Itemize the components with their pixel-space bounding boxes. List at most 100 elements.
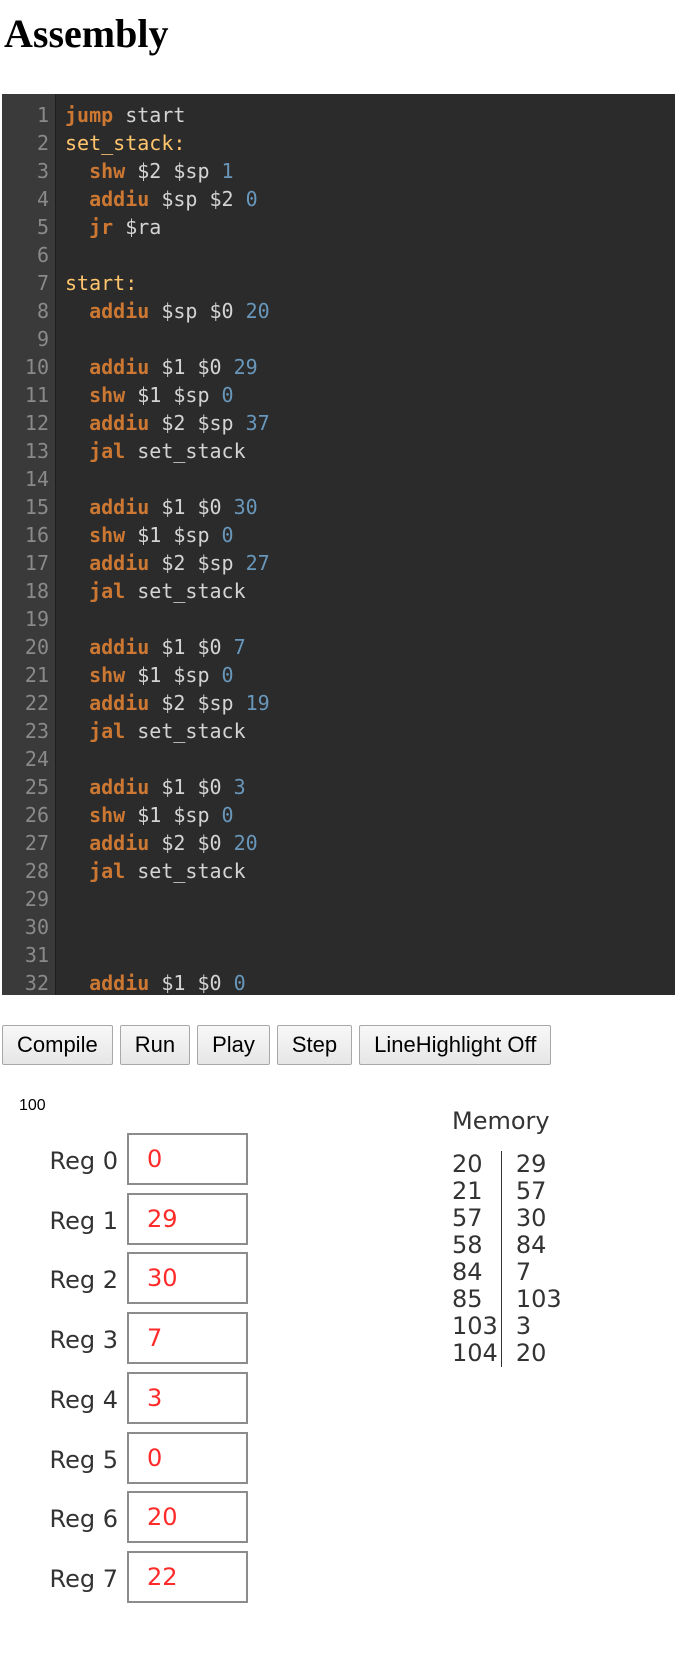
code-text[interactable]: addiu $2 $sp 27 — [55, 549, 270, 577]
code-line[interactable]: 11 shw $1 $sp 0 — [2, 381, 675, 409]
code-text[interactable]: jal set_stack — [55, 437, 246, 465]
code-line[interactable]: 5 jr $ra — [2, 213, 675, 241]
code-text[interactable]: jal set_stack — [55, 717, 246, 745]
code-text[interactable] — [55, 241, 65, 269]
code-text[interactable] — [55, 941, 65, 969]
code-token: addiu — [89, 411, 150, 435]
memory-value: 84 — [515, 1231, 547, 1259]
code-line[interactable]: 30 — [2, 913, 675, 941]
code-line[interactable]: 15 addiu $1 $0 30 — [2, 493, 675, 521]
code-line[interactable]: 2 set_stack: — [2, 129, 675, 157]
code-token: $1 $sp — [125, 663, 222, 687]
code-text[interactable]: set_stack: — [55, 129, 185, 157]
register-value: 20 — [127, 1491, 248, 1544]
code-line[interactable]: 32 addiu $1 $0 0 — [2, 969, 675, 995]
code-text[interactable]: addiu $2 $sp 37 — [55, 409, 270, 437]
code-line[interactable]: 4 addiu $sp $2 0 — [2, 185, 675, 213]
play-button[interactable]: Play — [197, 1025, 270, 1065]
code-text[interactable]: addiu $1 $0 0 — [55, 969, 246, 995]
code-text[interactable]: addiu $1 $0 7 — [55, 633, 246, 661]
register-row: Reg 2 30 — [0, 1252, 260, 1308]
code-text[interactable] — [55, 605, 65, 633]
code-line[interactable]: 13 jal set_stack — [2, 437, 675, 465]
code-line[interactable]: 14 — [2, 465, 675, 493]
code-line[interactable]: 7 start: — [2, 269, 675, 297]
code-text[interactable]: addiu $1 $0 29 — [55, 353, 258, 381]
code-line[interactable]: 18 jal set_stack — [2, 577, 675, 605]
code-line[interactable]: 1 jump start — [2, 101, 675, 129]
line-number: 12 — [24, 411, 49, 435]
code-text[interactable]: shw $2 $sp 1 — [55, 157, 234, 185]
code-token: $1 $0 — [149, 635, 234, 659]
code-lines[interactable]: 1 jump start 2 set_stack: 3 shw $2 $sp 14 ad… — [2, 101, 675, 995]
code-line[interactable]: 24 — [2, 745, 675, 773]
code-text[interactable]: addiu $2 $sp 19 — [55, 689, 270, 717]
code-line[interactable]: 25 addiu $1 $0 3 — [2, 773, 675, 801]
code-line[interactable]: 17 addiu $2 $sp 27 — [2, 549, 675, 577]
code-line[interactable]: 3 shw $2 $sp 1 — [2, 157, 675, 185]
code-token: shw — [89, 159, 126, 183]
code-line[interactable]: 22 addiu $2 $sp 19 — [2, 689, 675, 717]
code-text[interactable]: addiu $sp $0 20 — [55, 297, 270, 325]
code-line[interactable]: 20 addiu $1 $0 7 — [2, 633, 675, 661]
code-line[interactable]: 19 — [2, 605, 675, 633]
code-text[interactable]: addiu $1 $0 3 — [55, 773, 246, 801]
code-text[interactable]: shw $1 $sp 0 — [55, 661, 234, 689]
code-line[interactable]: 21 shw $1 $sp 0 — [2, 661, 675, 689]
line-number: 16 — [24, 523, 49, 547]
code-text[interactable] — [55, 325, 65, 353]
code-text[interactable] — [55, 885, 65, 913]
code-line[interactable]: 27 addiu $2 $0 20 — [2, 829, 675, 857]
code-line[interactable]: 9 — [2, 325, 675, 353]
code-token: set_stack: — [65, 131, 186, 155]
code-text[interactable]: jr $ra — [55, 213, 161, 241]
line-number: 9 — [36, 327, 49, 351]
code-line[interactable]: 26 shw $1 $sp 0 — [2, 801, 675, 829]
page-title: Assembly — [4, 11, 169, 56]
code-line[interactable]: 28 jal set_stack — [2, 857, 675, 885]
code-token: start: — [65, 271, 138, 295]
code-text[interactable]: start: — [55, 269, 137, 297]
code-text[interactable] — [55, 745, 65, 773]
code-text[interactable]: jal set_stack — [55, 857, 246, 885]
code-line[interactable]: 31 — [2, 941, 675, 969]
code-token: set_stack — [125, 719, 246, 743]
code-line[interactable]: 16 shw $1 $sp 0 — [2, 521, 675, 549]
code-text[interactable]: shw $1 $sp 0 — [55, 801, 234, 829]
memory-address: 85 — [452, 1286, 502, 1313]
code-line[interactable]: 29 — [2, 885, 675, 913]
code-text[interactable]: shw $1 $sp 0 — [55, 381, 234, 409]
code-line[interactable]: 23 jal set_stack — [2, 717, 675, 745]
code-token: set_stack — [125, 439, 246, 463]
code-text[interactable] — [55, 913, 65, 941]
code-line[interactable]: 6 — [2, 241, 675, 269]
code-text[interactable]: jal set_stack — [55, 577, 246, 605]
run-button[interactable]: Run — [119, 1025, 191, 1065]
line-highlight-toggle-button[interactable]: LineHighlight Off — [359, 1025, 552, 1065]
register-row: Reg 3 7 — [0, 1312, 260, 1368]
code-line[interactable]: 10 addiu $1 $0 29 — [2, 353, 675, 381]
code-token: 0 — [221, 803, 234, 827]
register-label: Reg 6 — [49, 1505, 119, 1534]
code-line[interactable]: 12 addiu $2 $sp 37 — [2, 409, 675, 437]
code-editor[interactable]: 1 jump start 2 set_stack: 3 shw $2 $sp 14 ad… — [2, 94, 675, 995]
code-token: $2 $sp — [125, 159, 222, 183]
code-text[interactable] — [55, 465, 65, 493]
code-text[interactable]: addiu $2 $0 20 — [55, 829, 258, 857]
code-line[interactable]: 8 addiu $sp $0 20 — [2, 297, 675, 325]
compile-button[interactable]: Compile — [2, 1025, 113, 1065]
step-button[interactable]: Step — [276, 1025, 353, 1065]
code-token: 20 — [233, 831, 258, 855]
code-text[interactable]: addiu $1 $0 30 — [55, 493, 258, 521]
register-value: 0 — [127, 1133, 248, 1185]
register-label: Reg 1 — [49, 1206, 119, 1235]
code-text[interactable]: jump start — [55, 101, 185, 129]
code-text[interactable]: addiu $sp $2 0 — [55, 185, 258, 213]
register-label: Reg 5 — [49, 1445, 119, 1474]
memory-row: 58 84 — [452, 1232, 562, 1259]
code-text[interactable]: shw $1 $sp 0 — [55, 521, 234, 549]
